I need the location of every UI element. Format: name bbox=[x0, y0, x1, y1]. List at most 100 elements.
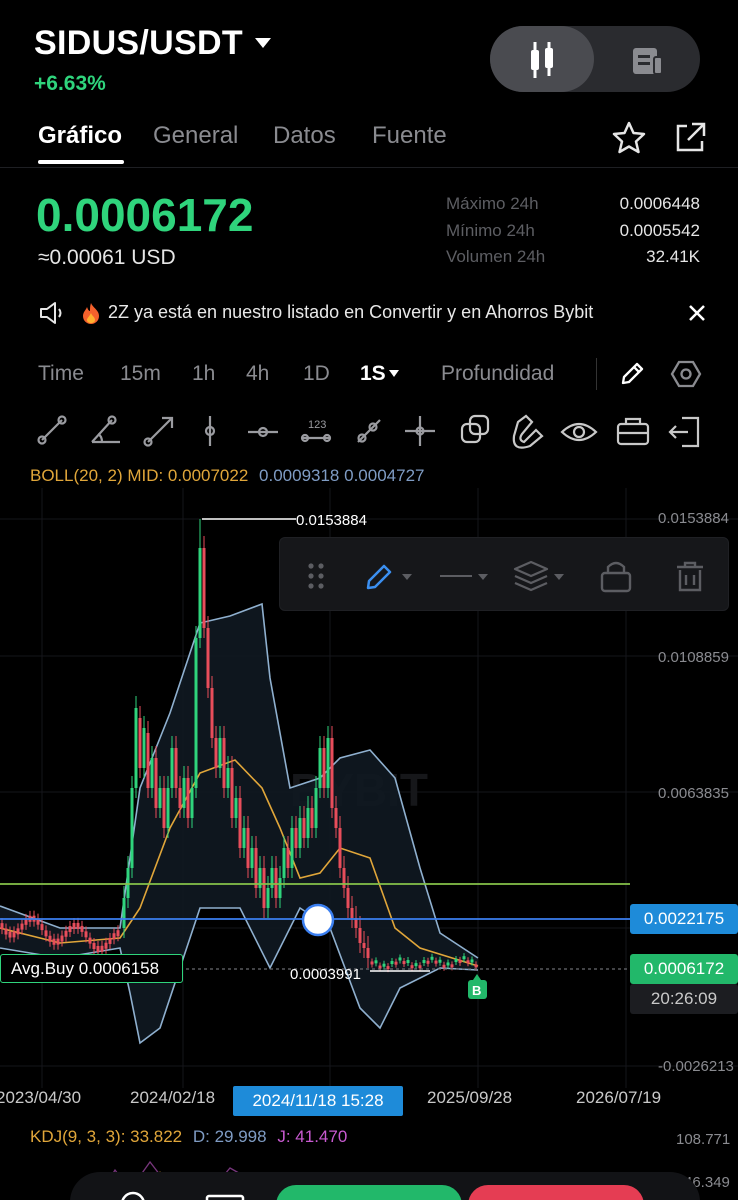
tab-chart[interactable]: Gráfico bbox=[38, 122, 122, 150]
boll-indicator[interactable]: BOLL(20, 2) MID: 0.0007022 0.0009318 0.0… bbox=[30, 466, 424, 486]
drawing-tools[interactable]: 123 bbox=[30, 412, 720, 452]
candle-body bbox=[150, 758, 154, 788]
price-change: +6.63% bbox=[34, 72, 106, 95]
boll-mid: BOLL(20, 2) MID: 0.0007022 bbox=[30, 466, 249, 485]
candle-body bbox=[434, 960, 438, 964]
candle-body bbox=[230, 768, 234, 818]
candle-body bbox=[302, 818, 306, 838]
tab-source[interactable]: Fuente bbox=[372, 122, 447, 150]
interval-1s[interactable]: 1S bbox=[360, 362, 386, 386]
drag-handle-icon bbox=[308, 563, 324, 589]
candle-body bbox=[202, 548, 206, 628]
candle-body bbox=[162, 788, 166, 828]
caret-down-icon bbox=[402, 574, 412, 580]
pencil-icon bbox=[366, 564, 392, 590]
candle-body bbox=[166, 788, 170, 828]
candle-body bbox=[206, 628, 210, 688]
interval-time[interactable]: Time bbox=[38, 362, 84, 386]
candle-body bbox=[12, 931, 16, 938]
buy-button[interactable] bbox=[276, 1185, 462, 1200]
pair-title[interactable]: SIDUS/USDT bbox=[34, 24, 243, 63]
interval-4h[interactable]: 4h bbox=[246, 362, 269, 386]
candle-body bbox=[8, 931, 12, 938]
announcement-text[interactable]: 2Z ya está en nuestro listado en Convert… bbox=[108, 302, 593, 323]
candle-body bbox=[410, 965, 414, 969]
horizontal-line-icon bbox=[248, 426, 278, 438]
candle-body bbox=[294, 828, 298, 848]
candle-body bbox=[214, 738, 218, 768]
candle-body bbox=[350, 908, 354, 918]
candle-body bbox=[402, 961, 406, 965]
low-label: 0.0003991 bbox=[290, 966, 361, 983]
last-price: 0.0006172 bbox=[36, 189, 254, 241]
candle-body bbox=[72, 923, 76, 930]
candle-body bbox=[274, 868, 278, 898]
exit-icon bbox=[668, 416, 700, 448]
tab-general[interactable]: General bbox=[153, 122, 238, 150]
kdj-k: KDJ(9, 3, 3): 33.822 bbox=[30, 1127, 183, 1146]
interval-1d[interactable]: 1D bbox=[303, 362, 330, 386]
copy-icon bbox=[460, 414, 490, 444]
stat-label-volume: Volumen 24h bbox=[446, 247, 546, 266]
candle-body bbox=[442, 964, 446, 968]
line-price-tag[interactable]: 0.0022175 bbox=[630, 904, 738, 934]
candle-body bbox=[56, 938, 60, 945]
x-tick: 2026/07/19 bbox=[576, 1088, 662, 1107]
candle-body bbox=[76, 922, 80, 929]
settings-icon[interactable] bbox=[670, 358, 702, 390]
candle-body bbox=[64, 930, 68, 937]
candle-body bbox=[100, 945, 104, 952]
candle-body bbox=[170, 748, 174, 788]
crosshair-icon bbox=[405, 416, 435, 446]
candle-body bbox=[254, 848, 258, 888]
candle-body bbox=[358, 928, 362, 943]
candle-body bbox=[104, 942, 108, 949]
tab-data[interactable]: Datos bbox=[273, 122, 336, 150]
buy-marker-label: B bbox=[472, 983, 481, 998]
candle-body bbox=[282, 848, 286, 878]
candle-body bbox=[330, 738, 334, 808]
candle-body bbox=[146, 733, 150, 788]
candlestick-icon bbox=[531, 42, 553, 78]
arrow-line-icon bbox=[143, 416, 174, 447]
candle-body bbox=[80, 925, 84, 932]
candle-body bbox=[462, 956, 466, 960]
document-icon[interactable] bbox=[205, 1194, 245, 1200]
caret-down-icon[interactable] bbox=[389, 370, 399, 377]
candle-body bbox=[318, 748, 322, 788]
stat-value-high: 0.0006448 bbox=[619, 194, 700, 213]
interval-depth[interactable]: Profundidad bbox=[441, 362, 554, 386]
share-icon[interactable] bbox=[672, 120, 708, 156]
angle-line-icon bbox=[91, 415, 120, 444]
info-view-icon[interactable] bbox=[630, 45, 664, 77]
search-icon[interactable] bbox=[118, 1190, 148, 1200]
candle-body bbox=[334, 808, 338, 828]
x-tick: 2023/04/30 bbox=[0, 1088, 82, 1107]
stat-label-low: Mínimo 24h bbox=[446, 221, 535, 240]
x-tick: 2024/02/18 bbox=[130, 1088, 216, 1107]
layers-icon bbox=[513, 560, 549, 592]
candle-body bbox=[198, 548, 202, 638]
candle-body bbox=[182, 778, 186, 808]
close-icon[interactable] bbox=[686, 302, 708, 324]
candle-body bbox=[40, 924, 44, 931]
avg-buy-tag[interactable]: Avg.Buy 0.0006158 bbox=[0, 954, 183, 983]
line-drag-handle[interactable] bbox=[301, 903, 335, 937]
sell-button[interactable] bbox=[468, 1185, 644, 1200]
candle-body bbox=[278, 878, 282, 898]
caret-down-icon bbox=[478, 574, 488, 580]
kdj-indicator[interactable]: KDJ(9, 3, 3): 33.822 D: 29.998 J: 41.470 bbox=[30, 1127, 347, 1147]
drawing-toolbar-icons[interactable] bbox=[300, 558, 720, 594]
candle-body bbox=[382, 963, 386, 967]
star-icon[interactable] bbox=[611, 120, 647, 156]
kdj-j: J: 41.470 bbox=[277, 1127, 348, 1146]
caret-down-icon[interactable] bbox=[255, 38, 271, 48]
candle-body bbox=[60, 935, 64, 942]
candle-body bbox=[418, 965, 422, 969]
caret-down-icon bbox=[554, 574, 564, 580]
crosshair-time-tag: 2024/11/18 15:28 bbox=[233, 1086, 403, 1116]
candle-body bbox=[414, 963, 418, 967]
pencil-icon[interactable] bbox=[618, 360, 646, 388]
interval-15m[interactable]: 15m bbox=[120, 362, 161, 386]
interval-1h[interactable]: 1h bbox=[192, 362, 215, 386]
